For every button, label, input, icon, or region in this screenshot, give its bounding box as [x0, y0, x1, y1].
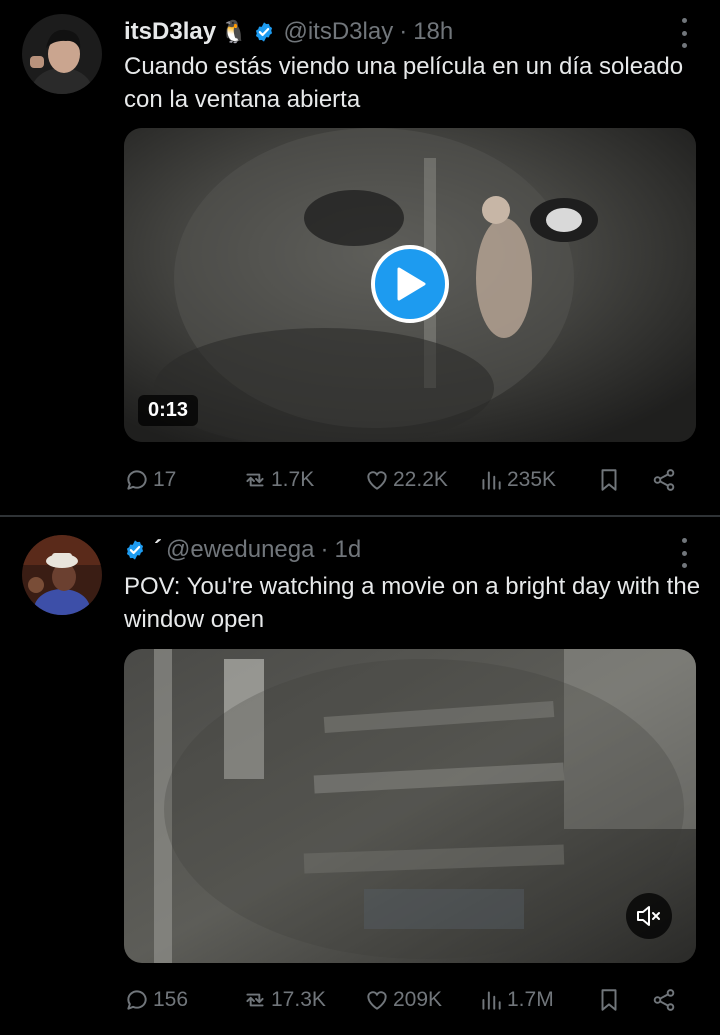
share-button[interactable] — [651, 463, 679, 497]
play-button[interactable] — [371, 245, 449, 323]
verified-badge-icon — [256, 22, 273, 42]
view-count: 235K — [507, 468, 557, 491]
avatar[interactable] — [22, 535, 102, 615]
share-button[interactable] — [651, 983, 679, 1017]
timestamp[interactable]: 18h — [413, 18, 453, 46]
view-count: 1.7M — [507, 988, 554, 1011]
share-icon — [653, 989, 675, 1011]
reply-icon — [127, 990, 147, 1010]
tweet[interactable]: itsD3lay 🐧 @itsD3lay · 18h Cuando estás … — [0, 0, 720, 515]
like-button[interactable]: 209K — [364, 983, 442, 1017]
mute-icon — [637, 906, 660, 926]
reply-icon — [127, 470, 147, 490]
separator-dot: · — [399, 18, 408, 45]
tweet-text: Cuando estás viendo una película en un d… — [124, 53, 684, 113]
play-icon — [397, 267, 426, 301]
retweet-button[interactable]: 1.7K — [242, 463, 314, 497]
retweet-button[interactable]: 17.3K — [242, 983, 326, 1017]
timestamp[interactable]: 1d — [334, 536, 361, 564]
more-options-icon[interactable] — [674, 538, 694, 568]
action-bar: 156 17.3K 209K 1.7M — [124, 983, 684, 1017]
views-button[interactable]: 1.7M — [478, 983, 554, 1017]
video-player[interactable]: 0:13 — [124, 128, 696, 442]
heart-icon — [367, 471, 387, 490]
separator-dot: · — [320, 536, 329, 563]
video-duration: 0:13 — [138, 395, 199, 426]
avatar[interactable] — [22, 14, 102, 94]
like-count: 22.2K — [393, 468, 448, 491]
views-button[interactable]: 235K — [478, 463, 556, 497]
reply-button[interactable]: 156 — [124, 983, 188, 1017]
retweet-icon — [246, 993, 264, 1007]
bookmark-icon — [601, 469, 617, 491]
handle[interactable]: @itsD3lay — [283, 18, 393, 46]
share-icon — [653, 469, 675, 491]
reply-button[interactable]: 17 — [124, 463, 176, 497]
views-chart-icon — [482, 991, 501, 1010]
verified-badge-icon — [126, 540, 144, 560]
display-name[interactable]: ´ — [154, 536, 162, 564]
more-options-icon[interactable] — [674, 18, 694, 48]
display-name[interactable]: itsD3lay — [124, 18, 216, 46]
bookmark-icon — [601, 989, 617, 1011]
heart-icon — [367, 991, 387, 1010]
bookmark-button[interactable] — [596, 983, 624, 1017]
video-frame — [124, 649, 696, 963]
retweet-icon — [246, 473, 264, 487]
like-button[interactable]: 22.2K — [364, 463, 448, 497]
tweet-text: POV: You're watching a movie on a bright… — [124, 573, 701, 633]
handle[interactable]: @ewedunega — [166, 536, 314, 564]
tweet[interactable]: ´ @ewedunega · 1d POV: You're watching a… — [0, 517, 720, 1035]
retweet-count: 1.7K — [271, 468, 315, 491]
mute-button[interactable] — [626, 893, 672, 939]
bookmark-button[interactable] — [596, 463, 624, 497]
penguin-emoji-icon: 🐧 — [220, 19, 248, 44]
reply-count: 156 — [153, 988, 189, 1011]
reply-count: 17 — [153, 468, 177, 491]
retweet-count: 17.3K — [271, 988, 326, 1011]
action-bar: 17 1.7K 22.2K 235K — [124, 463, 684, 497]
like-count: 209K — [393, 988, 443, 1011]
views-chart-icon — [482, 471, 501, 490]
video-player[interactable] — [124, 649, 696, 963]
